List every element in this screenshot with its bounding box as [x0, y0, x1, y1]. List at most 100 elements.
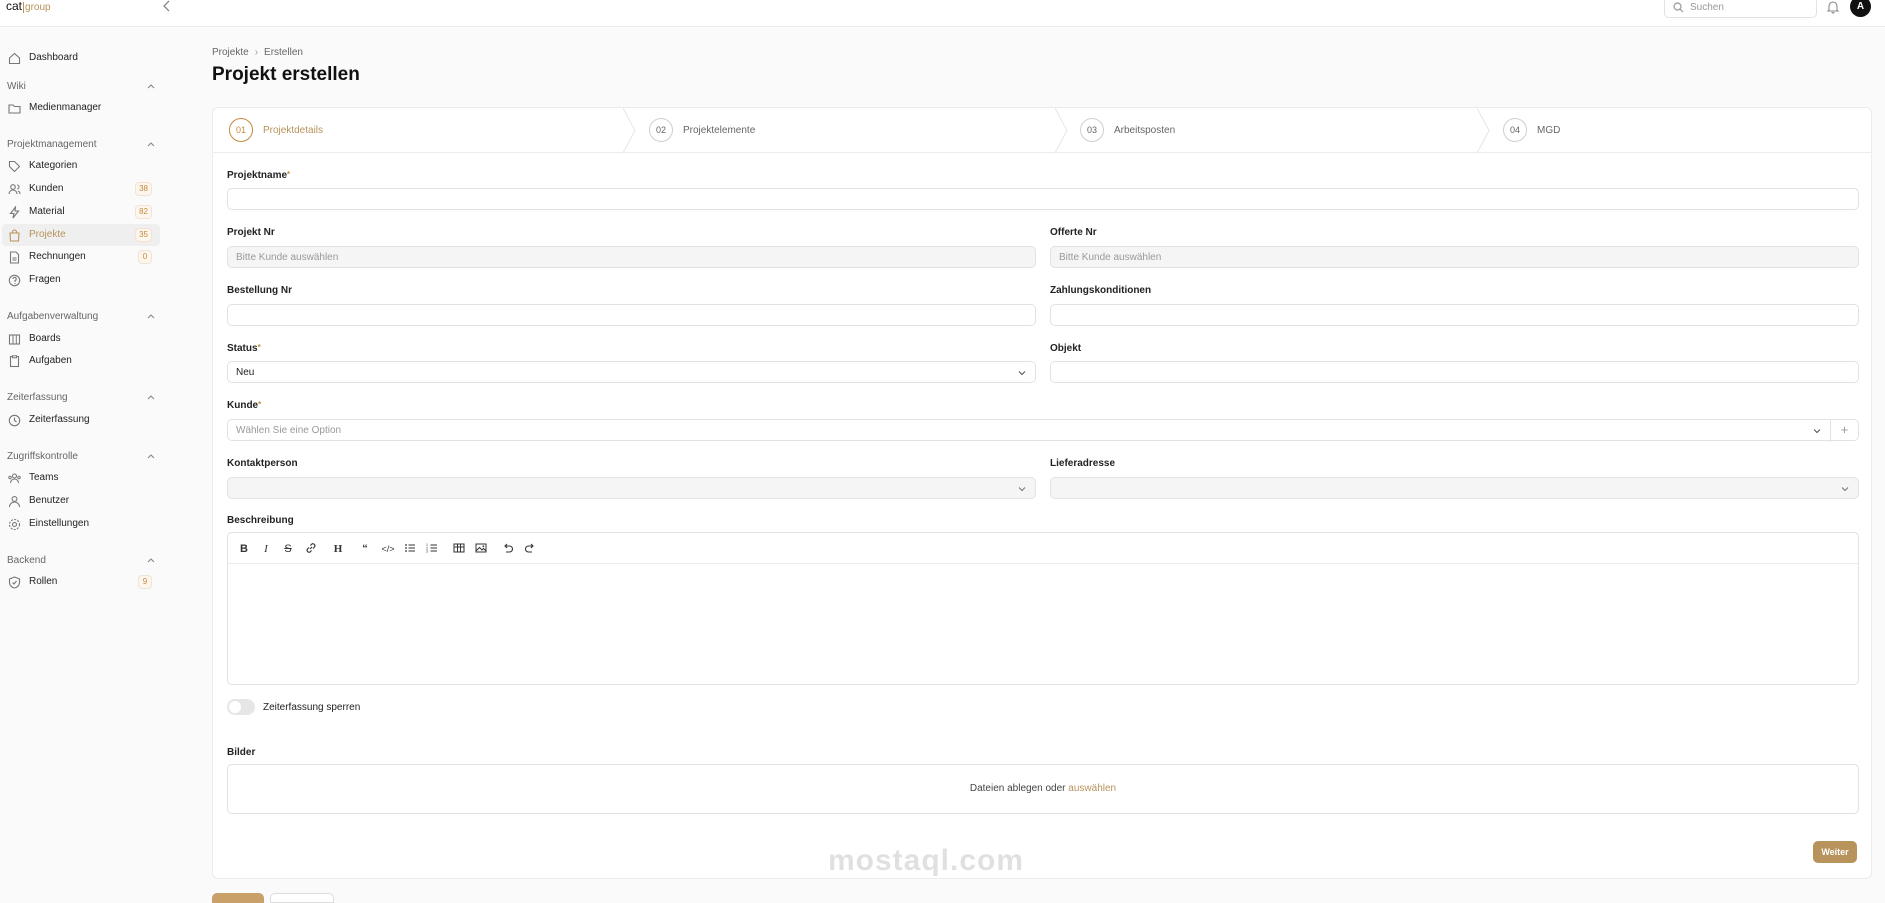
- numbered-list-icon[interactable]: 123: [425, 542, 439, 556]
- sidebar-item-rollen[interactable]: Rollen 9: [2, 571, 160, 593]
- dropzone-text: Dateien ablegen oder auswählen: [228, 783, 1858, 794]
- sidebar-item-aufgaben[interactable]: Aufgaben: [2, 350, 160, 372]
- sidebar-item-dashboard[interactable]: Dashboard: [2, 47, 160, 69]
- kunde-select[interactable]: Wählen Sie eine Option +: [227, 419, 1859, 442]
- bestellung-nr-label: Bestellung Nr: [227, 285, 293, 296]
- chevron-up-icon[interactable]: [146, 451, 156, 461]
- chevron-down-icon: [1813, 429, 1821, 434]
- kontaktperson-select[interactable]: [227, 477, 1036, 499]
- offerte-nr-placeholder: Bitte Kunde auswählen: [1059, 252, 1162, 263]
- link-icon[interactable]: [304, 542, 318, 556]
- chevron-up-icon[interactable]: [146, 392, 156, 402]
- redo-icon[interactable]: [523, 542, 537, 556]
- strikethrough-icon[interactable]: S: [281, 542, 295, 556]
- gear-icon: [8, 518, 21, 531]
- sidebar-item-rechnungen[interactable]: Rechnungen 0: [2, 246, 160, 268]
- undo-icon[interactable]: [501, 542, 515, 556]
- sidebar-item-einstellungen[interactable]: Einstellungen: [2, 513, 160, 535]
- count-badge: 0: [138, 250, 152, 264]
- count-badge: 35: [135, 228, 152, 242]
- italic-icon[interactable]: I: [259, 542, 273, 556]
- beschreibung-label: Beschreibung: [227, 515, 294, 526]
- sidebar-item-kategorien[interactable]: Kategorien: [2, 155, 160, 177]
- chevron-right-icon: ›: [254, 47, 259, 58]
- step-number: 03: [1080, 118, 1104, 142]
- sidebar-item-teams[interactable]: Teams: [2, 467, 160, 489]
- status-label: Status*: [227, 343, 261, 354]
- quote-icon[interactable]: “: [358, 542, 372, 556]
- status-value: Neu: [236, 367, 255, 378]
- footer-secondary-button[interactable]: [270, 893, 334, 903]
- sidebar-item-label: Rollen: [29, 576, 58, 587]
- page-title: Projekt erstellen: [212, 64, 360, 85]
- offerte-nr-input[interactable]: Bitte Kunde auswählen: [1050, 246, 1859, 268]
- sidebar-item-zeiterfassung[interactable]: Zeiterfassung: [2, 409, 160, 431]
- kunde-placeholder: Wählen Sie eine Option: [236, 425, 342, 436]
- sidebar-item-boards[interactable]: Boards: [2, 328, 160, 350]
- step-label: MGD: [1537, 125, 1561, 136]
- chevron-up-icon[interactable]: [146, 555, 156, 565]
- step-number: 01: [229, 118, 253, 142]
- footer-primary-button[interactable]: [212, 893, 264, 903]
- projektname-input[interactable]: [227, 188, 1859, 210]
- projekt-nr-input[interactable]: Bitte Kunde auswählen: [227, 246, 1036, 268]
- sidebar-item-projekte[interactable]: Projekte 35: [2, 224, 160, 246]
- tasks-icon: [9, 355, 20, 368]
- sidebar-item-fragen[interactable]: Fragen: [2, 269, 160, 291]
- zeiterfassung-sperren-toggle[interactable]: [227, 699, 255, 715]
- chevron-up-icon[interactable]: [146, 81, 156, 91]
- chevron-up-icon[interactable]: [146, 139, 156, 149]
- bullet-list-icon[interactable]: [403, 542, 417, 556]
- bell-icon[interactable]: [1826, 0, 1842, 16]
- user-icon: [8, 496, 21, 508]
- count-badge: 82: [135, 205, 152, 219]
- sidebar-item-label: Material: [29, 206, 65, 217]
- bold-icon[interactable]: B: [237, 542, 251, 556]
- sidebar-item-material[interactable]: Material 82: [2, 201, 160, 223]
- home-icon: [8, 52, 21, 65]
- logo-sub-text: group: [23, 2, 51, 13]
- avatar[interactable]: A: [1850, 0, 1871, 17]
- lieferadresse-select[interactable]: [1050, 477, 1859, 499]
- sidebar-item-benutzer[interactable]: Benutzer: [2, 490, 160, 512]
- bestellung-nr-input[interactable]: [227, 304, 1036, 326]
- zahlungskonditionen-input[interactable]: [1050, 304, 1859, 326]
- image-icon[interactable]: [474, 542, 488, 556]
- step-label: Projektelemente: [683, 125, 756, 136]
- search-input[interactable]: Suchen: [1664, 0, 1817, 18]
- dropzone-prompt: Dateien ablegen oder: [969, 783, 1066, 794]
- objekt-input[interactable]: [1050, 361, 1859, 383]
- shield-icon: [8, 576, 21, 589]
- svg-text:3: 3: [426, 550, 428, 554]
- sidebar-item-label: Dashboard: [29, 52, 78, 63]
- kunde-label-text: Kunde: [227, 400, 259, 411]
- sidebar-item-kunden[interactable]: Kunden 38: [2, 178, 160, 200]
- status-select[interactable]: Neu: [227, 361, 1036, 383]
- projekt-nr-placeholder: Bitte Kunde auswählen: [236, 252, 339, 263]
- file-dropzone[interactable]: Dateien ablegen oder auswählen: [227, 764, 1859, 814]
- next-button[interactable]: Weiter: [1813, 841, 1857, 863]
- breadcrumb-parent-link[interactable]: Projekte: [212, 47, 249, 58]
- offerte-nr-label: Offerte Nr: [1050, 227, 1097, 238]
- step-number: 04: [1503, 118, 1527, 142]
- rich-text-editor[interactable]: B I S H “ </> 123: [227, 532, 1859, 685]
- add-kunde-button[interactable]: +: [1830, 420, 1858, 442]
- app-logo[interactable]: cat group: [6, 0, 51, 14]
- code-icon[interactable]: </>: [381, 542, 395, 556]
- sidebar-item-label: Projekte: [29, 229, 66, 240]
- folder-icon: [8, 104, 21, 114]
- bolt-icon: [9, 206, 20, 219]
- sidebar-item-medienmanager[interactable]: Medienmanager: [2, 97, 160, 119]
- kontaktperson-label: Kontaktperson: [227, 458, 298, 469]
- collapse-sidebar-icon[interactable]: [162, 0, 176, 14]
- step-separator: [1477, 108, 1490, 153]
- select-files-link[interactable]: auswählen: [1068, 783, 1116, 794]
- projekt-nr-label: Projekt Nr: [227, 227, 275, 238]
- search-placeholder: Suchen: [1690, 2, 1724, 13]
- users-icon: [8, 184, 21, 195]
- breadcrumb-current: Erstellen: [264, 47, 303, 58]
- heading-icon[interactable]: H: [331, 542, 345, 556]
- table-icon[interactable]: [452, 542, 466, 556]
- document-icon: [9, 251, 20, 264]
- chevron-up-icon[interactable]: [146, 311, 156, 321]
